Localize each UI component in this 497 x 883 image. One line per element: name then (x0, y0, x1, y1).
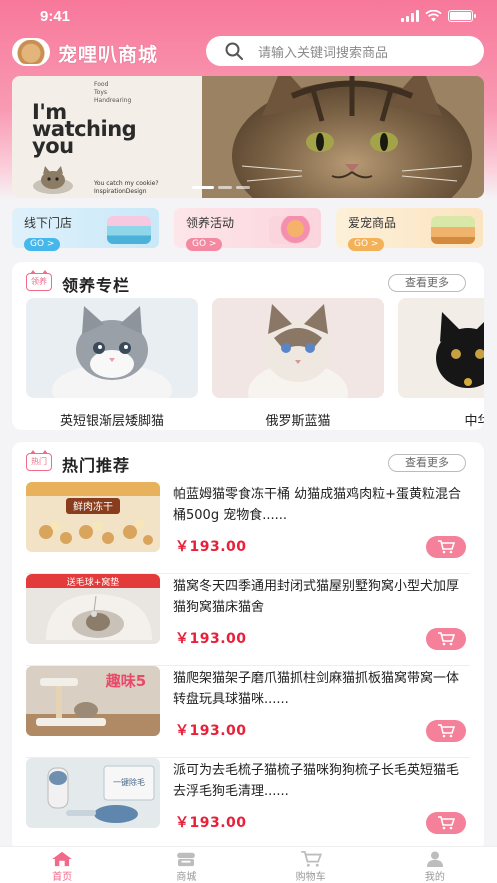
promo-banner[interactable]: Food Toys Handrearing I'm watching you Y… (12, 76, 484, 198)
search-placeholder: 请输入关键词搜索商品 (258, 45, 389, 61)
add-to-cart-button[interactable] (426, 812, 466, 834)
product-thumbnail: 一键除毛 (26, 758, 160, 828)
cart-icon (438, 816, 455, 830)
adopt-item-image (398, 298, 484, 398)
banner-headline: I'm watching you (32, 100, 137, 158)
app-header: 宠哩叭商城 请输入关键词搜索商品 (12, 36, 486, 68)
go-badge: GO > (24, 238, 61, 251)
product-item[interactable]: 趣味5 猫爬架猫架子磨爪猫抓柱剑麻猫抓板猫窝带窝一体转盘玩具球猫咪...... … (26, 666, 470, 758)
signal-icon (401, 10, 419, 22)
tab-label: 购物车 (295, 872, 326, 883)
tab-label: 首页 (52, 872, 73, 883)
product-price: ￥193.00 (175, 631, 247, 647)
tab-label: 商城 (176, 872, 197, 883)
adopt-item-name: 英短银渐层矮脚猫 (59, 414, 164, 429)
tab-home[interactable]: 首页 (0, 847, 124, 883)
product-title: 猫窝冬天四季通用封闭式猫屋别墅狗窝小型犬加厚猫狗窝猫床猫舍 (173, 579, 460, 615)
hot-section-header: 热门 热门推荐 查看更多 (12, 442, 484, 480)
thumb-text: 趣味5 (105, 672, 146, 690)
tab-cart[interactable]: 购物车 (249, 847, 373, 883)
search-input[interactable]: 请输入关键词搜索商品 (206, 36, 484, 66)
adoption-section-header: 领养 领养专栏 查看更多 (12, 262, 484, 300)
tab-label: 我的 (424, 872, 445, 883)
user-icon (426, 851, 443, 867)
product-thumbnail: 趣味5 (26, 666, 160, 736)
product-price: ￥193.00 (175, 723, 247, 739)
quick-entry-pet-products[interactable]: 爱宠商品 GO > (336, 208, 483, 251)
go-badge: GO > (348, 238, 385, 251)
pet-products-icon (431, 216, 475, 244)
adopt-item-image (212, 298, 384, 423)
hot-badge-icon: 热门 (26, 450, 52, 471)
add-to-cart-button[interactable] (426, 628, 466, 650)
banner-cat-image (202, 76, 484, 198)
product-thumbnail: 送毛球+窝垫 (26, 574, 160, 644)
wifi-icon (425, 10, 442, 22)
product-title: 派可为去毛梳子猫梳子猫咪狗狗梳子长毛英短猫毛去浮毛狗毛清理...... (173, 763, 460, 799)
adoption-icon (269, 216, 313, 244)
section-title: 热门推荐 (62, 456, 131, 475)
adopt-item-image (26, 298, 198, 416)
go-badge: GO > (186, 238, 223, 251)
battery-icon (448, 10, 476, 22)
status-bar: 9:41 (0, 0, 497, 34)
tab-mall[interactable]: 商城 (124, 847, 248, 883)
adopt-item[interactable]: 英短银渐层矮脚猫 (26, 298, 198, 429)
store-icon (107, 216, 151, 244)
banner-small-lines: Food Toys Handrearing (94, 81, 132, 104)
add-to-cart-button[interactable] (426, 720, 466, 742)
thumb-text: 送毛球+窝垫 (67, 576, 120, 588)
adopt-item[interactable]: 俄罗斯蓝猫 (212, 298, 384, 429)
cart-icon (438, 724, 455, 738)
cart-icon (300, 851, 322, 867)
thumb-text: 鲜肉冻干 (73, 500, 113, 513)
adopt-item-name: 中华田 (464, 414, 484, 429)
section-title: 领养专栏 (62, 276, 131, 295)
logo-avatar (12, 38, 50, 66)
adopt-badge-icon: 领养 (26, 270, 52, 291)
tab-profile[interactable]: 我的 (373, 847, 497, 883)
cart-icon (438, 540, 455, 554)
banner-pagination (192, 186, 250, 189)
cart-icon (438, 632, 455, 646)
product-price: ￥193.00 (175, 539, 247, 555)
hot-recommend-section: 热门 热门推荐 查看更多 鲜肉冻干 帕蓝姆猫零食冻干桶 幼猫成猫鸡肉粒+蛋黄粒混… (12, 442, 484, 852)
view-more-button[interactable]: 查看更多 (388, 454, 466, 472)
view-more-button[interactable]: 查看更多 (388, 274, 466, 292)
bottom-tab-bar: 首页 商城 购物车 我的 (0, 846, 497, 883)
status-time: 9:41 (40, 8, 71, 25)
banner-tagline: You catch my cookie? InspirationDesign (94, 180, 159, 195)
thumb-text: 一键除毛 (113, 777, 145, 787)
home-icon (52, 851, 72, 867)
product-title: 猫爬架猫架子磨爪猫抓柱剑麻猫抓板猫窝带窝一体转盘玩具球猫咪...... (173, 671, 460, 707)
adopt-item[interactable]: 中华田 (398, 298, 484, 429)
quick-entry-adoption[interactable]: 领养活动 GO > (174, 208, 321, 251)
quick-entry-offline-store[interactable]: 线下门店 GO > (12, 208, 159, 251)
product-title: 帕蓝姆猫零食冻干桶 幼猫成猫鸡肉粒+蛋黄粒混合桶500g 宠物食...... (173, 487, 462, 523)
banner-kitten-image (33, 166, 73, 194)
app-name: 宠哩叭商城 (58, 44, 159, 66)
shop-icon (177, 852, 196, 867)
adopt-item-name: 俄罗斯蓝猫 (265, 414, 331, 429)
product-item[interactable]: 送毛球+窝垫 猫窝冬天四季通用封闭式猫屋别墅狗窝小型犬加厚猫狗窝猫床猫舍 ￥19… (26, 574, 470, 666)
product-thumbnail: 鲜肉冻干 (26, 482, 160, 552)
adoption-section: 领养 领养专栏 查看更多 英短银渐层矮脚猫 俄罗斯蓝猫 中华 (12, 262, 484, 430)
product-item[interactable]: 鲜肉冻干 帕蓝姆猫零食冻干桶 幼猫成猫鸡肉粒+蛋黄粒混合桶500g 宠物食...… (26, 482, 470, 574)
product-price: ￥193.00 (175, 815, 247, 831)
add-to-cart-button[interactable] (426, 536, 466, 558)
search-icon (225, 42, 243, 60)
product-item[interactable]: 一键除毛 派可为去毛梳子猫梳子猫咪狗狗梳子长毛英短猫毛去浮毛狗毛清理......… (26, 758, 470, 850)
